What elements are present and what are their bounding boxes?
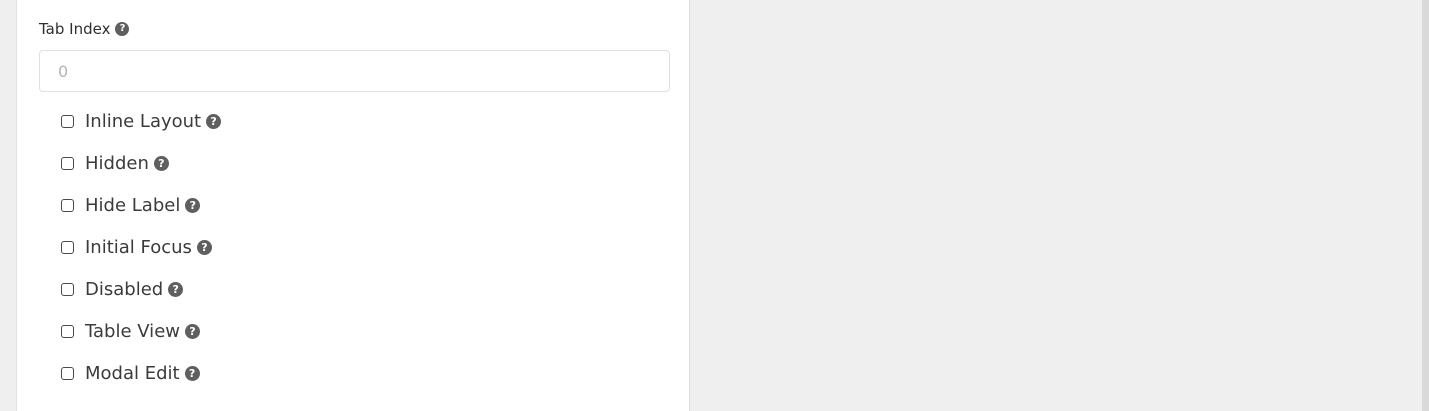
question-circle-icon[interactable]: ? — [115, 22, 130, 36]
initial-focus-checkbox[interactable] — [61, 240, 74, 254]
option-modal-edit[interactable]: Modal Edit ? — [61, 352, 221, 394]
question-circle-icon[interactable]: ? — [185, 197, 201, 213]
inline-layout-label: Inline Layout — [85, 110, 202, 132]
left-gutter — [0, 0, 16, 411]
question-circle-icon[interactable]: ? — [184, 365, 200, 381]
option-hide-label[interactable]: Hide Label ? — [61, 184, 221, 226]
form-settings-panel: Tab Index ? Inline Layout ? Hidden ? Hid… — [16, 0, 690, 411]
preview-pane — [691, 0, 1422, 411]
hide-label-checkbox[interactable] — [61, 198, 74, 212]
option-inline-layout[interactable]: Inline Layout ? — [61, 100, 222, 142]
question-circle-icon[interactable]: ? — [153, 155, 169, 171]
question-circle-icon[interactable]: ? — [168, 281, 184, 297]
hidden-label: Hidden — [85, 152, 149, 174]
table-view-checkbox[interactable] — [61, 324, 74, 338]
question-circle-icon[interactable]: ? — [196, 239, 212, 255]
option-table-view[interactable]: Table View ? — [61, 310, 221, 352]
option-hidden[interactable]: Hidden ? — [61, 142, 221, 184]
scrollbar[interactable] — [1422, 0, 1429, 411]
options-list: Inline Layout ? Hidden ? Hide Label ? In… — [61, 100, 222, 394]
question-circle-icon[interactable]: ? — [184, 323, 200, 339]
hidden-checkbox[interactable] — [61, 156, 74, 170]
modal-edit-checkbox[interactable] — [61, 366, 74, 380]
tab-index-label: Tab Index — [39, 20, 111, 38]
page: Tab Index ? Inline Layout ? Hidden ? Hid… — [0, 0, 1429, 411]
initial-focus-label: Initial Focus — [85, 236, 192, 258]
inline-layout-checkbox[interactable] — [61, 114, 74, 128]
disabled-label: Disabled — [85, 278, 164, 300]
option-initial-focus[interactable]: Initial Focus ? — [61, 226, 221, 268]
modal-edit-label: Modal Edit — [85, 362, 180, 384]
question-circle-icon[interactable]: ? — [206, 113, 222, 129]
tab-index-input[interactable] — [39, 50, 670, 92]
hide-label-label: Hide Label — [85, 194, 181, 216]
tab-index-label-row: Tab Index ? — [39, 19, 130, 39]
table-view-label: Table View — [85, 320, 180, 342]
option-disabled[interactable]: Disabled ? — [61, 268, 221, 310]
disabled-checkbox[interactable] — [61, 282, 74, 296]
